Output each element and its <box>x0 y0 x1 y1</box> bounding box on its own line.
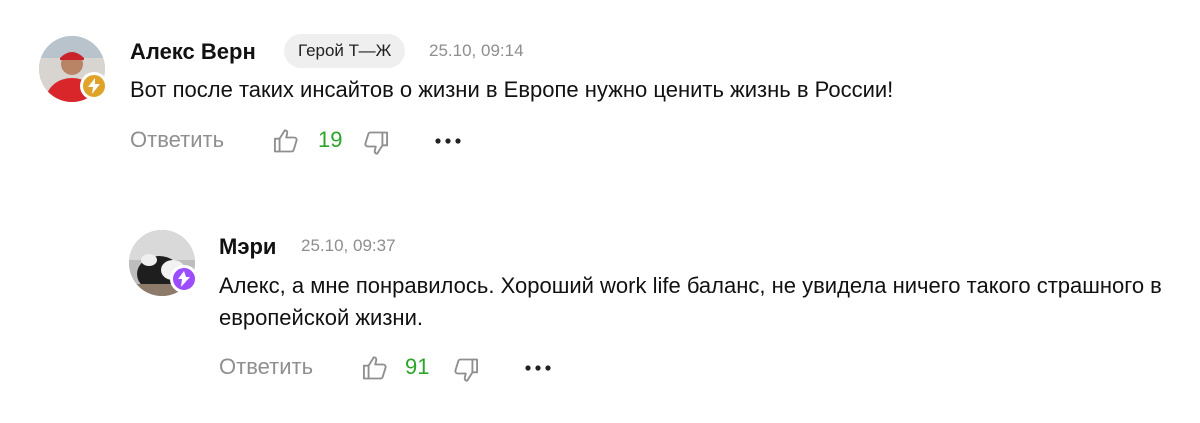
reply-button[interactable]: Ответить <box>130 127 224 153</box>
thumbs-up-icon[interactable] <box>272 127 300 160</box>
comment-text: Алекс, а мне понравилось. Хороший work l… <box>219 273 1162 330</box>
comment: Алекс Верн Герой Т—Ж 25.10, 09:14 Вот по… <box>0 0 1200 200</box>
comment-text: Вот после таких инсайтов о жизни в Европ… <box>130 77 894 102</box>
likes-count: 19 <box>318 127 343 152</box>
thumbs-down-icon[interactable] <box>452 356 480 389</box>
reply-button[interactable]: Ответить <box>219 354 313 380</box>
likes-count: 91 <box>405 354 430 379</box>
comment-time[interactable]: 25.10, 09:14 <box>429 41 524 61</box>
more-dots-icon[interactable] <box>524 360 552 381</box>
more-dots-icon[interactable] <box>434 133 462 154</box>
author-name[interactable]: Алекс Верн <box>130 39 256 65</box>
thumbs-up-icon[interactable] <box>361 354 389 387</box>
author-name[interactable]: Мэри <box>219 234 276 260</box>
comment-time[interactable]: 25.10, 09:37 <box>301 236 396 256</box>
hero-badge-icon <box>80 72 108 100</box>
author-tag[interactable]: Герой Т—Ж <box>284 34 406 68</box>
reply-comment: Мэри 25.10, 09:37 Алекс, а мне понравило… <box>0 200 1200 423</box>
thumbs-down-icon[interactable] <box>362 129 390 162</box>
hero-badge-icon <box>170 265 198 293</box>
